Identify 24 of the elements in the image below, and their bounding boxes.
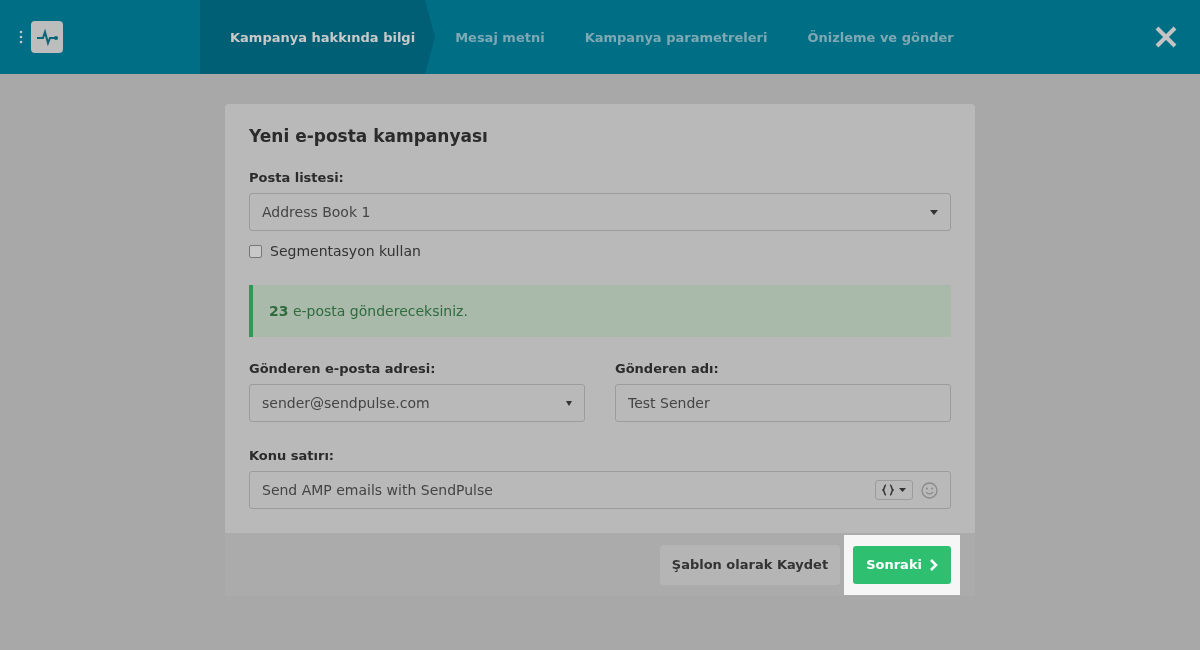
- field-label: Gönderen adı:: [615, 361, 720, 376]
- step-tab[interactable]: Kampanya hakkında bilgi: [200, 0, 436, 74]
- field-label: Gönderen e-posta adresi:: [249, 361, 437, 376]
- checkbox-label: Segmentasyon kullan: [270, 243, 421, 259]
- field-label: Konu satırı:: [249, 448, 336, 463]
- chevron-right-icon: [929, 558, 938, 571]
- field-label: Posta listesi:: [249, 170, 345, 185]
- caret-icon: [899, 488, 906, 492]
- sender-email-select[interactable]: sender@sendpulse.com: [249, 384, 585, 422]
- pulse-logo-icon[interactable]: [31, 21, 63, 53]
- info-alert: 23 e-posta göndereceksiniz.: [249, 285, 951, 337]
- sender-name-input[interactable]: Test Sender: [615, 384, 951, 422]
- card-title: Yeni e-posta kampanyası: [249, 126, 489, 146]
- mailing-list-select[interactable]: Address Book 1: [249, 193, 951, 231]
- save-template-button[interactable]: Şablon olarak Kaydet: [659, 544, 841, 585]
- checkbox[interactable]: [249, 244, 262, 258]
- close-icon[interactable]: [1155, 26, 1177, 48]
- variables-dropdown[interactable]: [875, 480, 913, 500]
- subject-input[interactable]: Send AMP emails with SendPulse: [249, 471, 951, 509]
- emoji-icon[interactable]: [921, 481, 938, 499]
- caret-icon: [930, 209, 938, 215]
- more-icon[interactable]: [19, 30, 23, 44]
- braces-icon: [882, 484, 894, 496]
- caret-icon: [566, 400, 572, 406]
